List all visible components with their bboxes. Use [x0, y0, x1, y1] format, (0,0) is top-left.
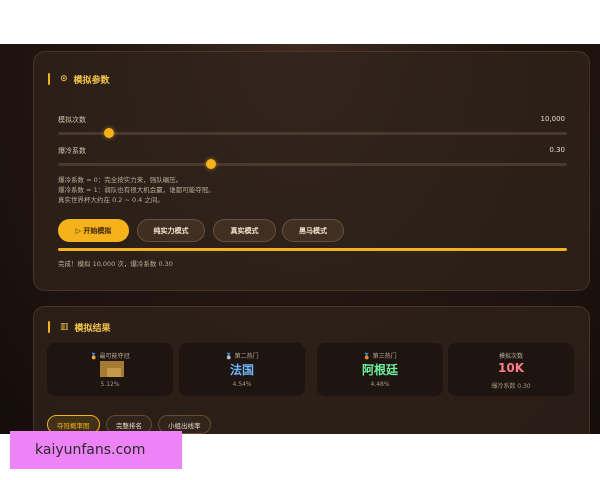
- stat-label: 🏅 最可能夺冠: [90, 353, 130, 360]
- desc-line: 爆冷系数 = 0：完全按实力来，强队碾压。: [58, 176, 183, 184]
- pure-strength-mode-button[interactable]: 纯实力模式: [137, 219, 205, 242]
- desc-line: 爆冷系数 = 1：弱队也有很大机会赢，谁都可能夺冠。: [58, 186, 215, 194]
- stat-main: 阿根廷: [361, 363, 398, 377]
- stat-card-champion: 🏅 最可能夺冠 5.12%: [47, 343, 173, 396]
- params-card: ⊙ 模拟参数 模拟次数 10,000 爆冷系数 0.30 爆冷系数 = 0：完全…: [33, 51, 590, 291]
- upset-description: 爆冷系数 = 0：完全按实力来，强队碾压。 爆冷系数 = 1：弱队也有很大机会赢…: [58, 175, 215, 205]
- progress-fill: [58, 248, 567, 251]
- params-title-text: 模拟参数: [73, 75, 110, 86]
- sims-slider[interactable]: [58, 128, 567, 138]
- desc-line: 真实世界杯大约在 0.2 ~ 0.4 之间。: [58, 196, 164, 204]
- stat-sub: 爆冷系数 0.30: [491, 383, 531, 390]
- stat-sub: 4.54%: [232, 381, 252, 388]
- upset-label: 爆冷系数: [58, 147, 86, 155]
- results-title: ▥ 模拟结果: [48, 320, 111, 334]
- real-mode-button[interactable]: 真实模式: [213, 219, 276, 242]
- dark-horse-mode-button[interactable]: 黑马模式: [282, 219, 344, 242]
- stat-label: 🥈 第二热门: [225, 353, 259, 360]
- app-stage: ⊙ 模拟参数 模拟次数 10,000 爆冷系数 0.30 爆冷系数 = 0：完全…: [0, 44, 600, 434]
- stat-main: 10K: [498, 361, 524, 375]
- chart-icon: ▥: [60, 321, 69, 332]
- stat-card-second: 🥈 第二热门 法国 4.54%: [179, 343, 305, 396]
- status-text: 完成！模拟 10,000 次，爆冷系数 0.30: [58, 260, 173, 268]
- upset-value: 0.30: [549, 146, 565, 154]
- simulation-progress-bar: [58, 248, 567, 251]
- stat-main: 法国: [229, 363, 254, 377]
- title-accent-bar: [48, 73, 50, 85]
- sims-label: 模拟次数: [58, 116, 86, 124]
- upset-slider[interactable]: [58, 159, 567, 169]
- stat-label: 🥉 第三热门: [363, 353, 397, 360]
- start-simulation-button[interactable]: ▷ 开始模拟: [58, 219, 129, 242]
- team-flag-icon: [100, 361, 124, 377]
- settings-icon: ⊙: [60, 73, 68, 84]
- stat-sub: 5.12%: [100, 381, 120, 388]
- sims-slider-thumb[interactable]: [103, 128, 114, 138]
- stat-label: 模拟次数: [498, 353, 523, 360]
- upset-slider-thumb[interactable]: [205, 159, 216, 169]
- stat-card-sim-count: 模拟次数 10K 爆冷系数 0.30: [448, 343, 574, 396]
- stat-card-third: 🥉 第三热门 阿根廷 4.48%: [317, 343, 443, 396]
- params-title: ⊙ 模拟参数: [48, 72, 110, 86]
- title-accent-bar: [48, 321, 50, 333]
- stat-sub: 4.48%: [370, 381, 390, 388]
- sims-value: 10,000: [540, 115, 566, 123]
- results-title-text: 模拟结果: [74, 323, 111, 334]
- results-card: ▥ 模拟结果 🏅 最可能夺冠 5.12% 🥈 第二热门 法国 4.54% 🥉 第…: [33, 306, 590, 434]
- watermark-banner: kaiyunfans.com: [10, 431, 182, 469]
